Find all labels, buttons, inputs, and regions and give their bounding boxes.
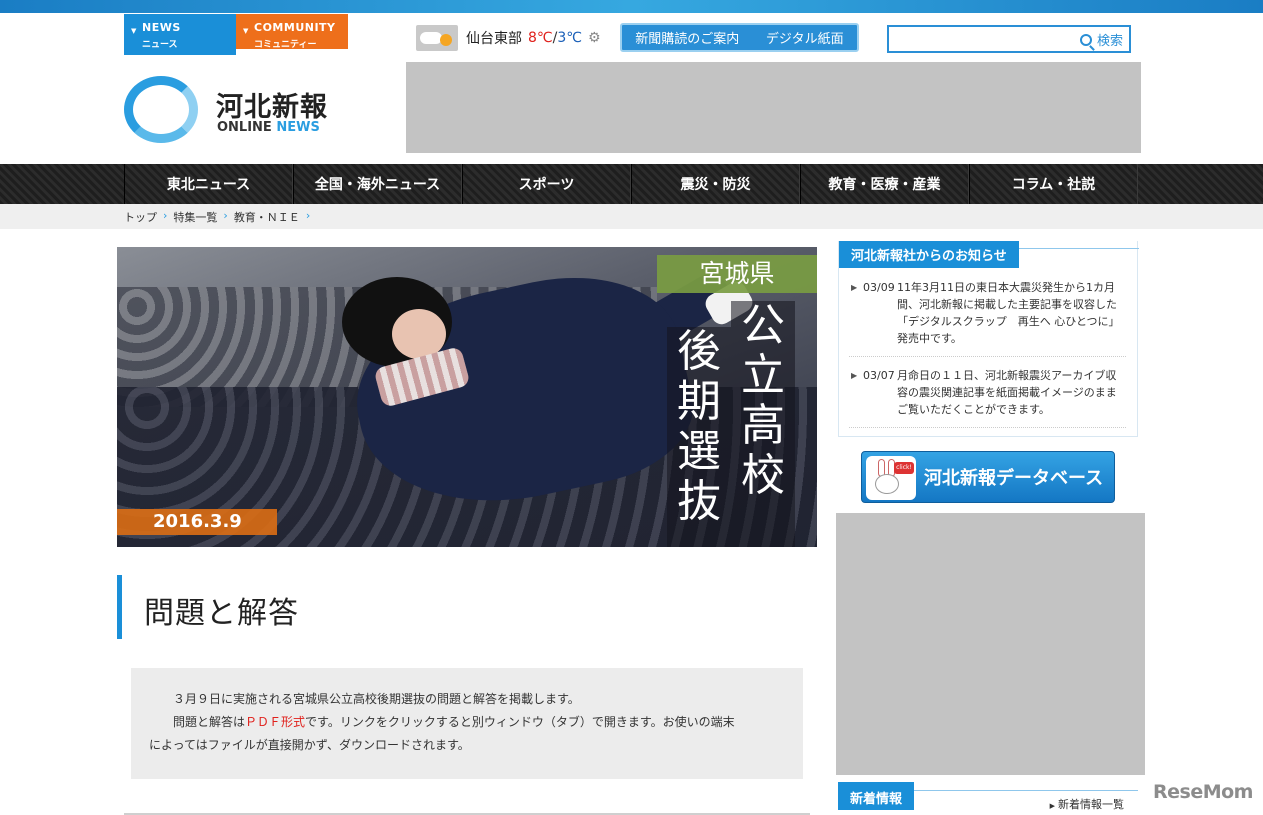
- partly-cloudy-icon: [416, 25, 458, 51]
- announcements-panel: 河北新報社からのお知らせ ▶ 03/09 11年3月11日の東日本大震災発生から…: [838, 241, 1139, 437]
- gear-icon[interactable]: ⚙: [588, 30, 601, 46]
- breadcrumb-education[interactable]: 教育・ＮＩＥ: [234, 209, 300, 225]
- new-info-more-label: 新着情報一覧: [1058, 798, 1124, 811]
- hero-date: 2016.3.9: [117, 509, 277, 535]
- page-title: 問題と解答: [144, 596, 299, 631]
- rabbit-mascot-icon: click!: [866, 456, 916, 500]
- nav-item-sports[interactable]: スポーツ: [462, 164, 631, 204]
- announcement-item[interactable]: ▶ 03/09 11年3月11日の東日本大震災発生から1カ月間、河北新報に掲載し…: [849, 279, 1126, 357]
- subscription-bar: 新聞購読のご案内 デジタル紙面: [620, 23, 859, 52]
- notice-line2-a: 問題と解答は: [173, 715, 246, 729]
- announcement-date: 03/09: [863, 281, 895, 294]
- notice-line3: によってはファイルが直接開かず、ダウンロードされます。: [149, 738, 470, 752]
- ad-banner-top[interactable]: [406, 62, 1141, 153]
- site-logo[interactable]: 河北新報 ONLINE NEWS: [124, 73, 354, 145]
- notice-pdf-format: ＰＤＦ形式: [245, 715, 306, 729]
- logo-en-prefix: ONLINE: [217, 120, 272, 135]
- announcement-item[interactable]: ▶ 03/07 月命日の１１日、河北新報震災アーカイブ収容の震災関連記事を紙面掲…: [849, 367, 1126, 428]
- arrow-right-icon: ▶: [851, 371, 858, 380]
- database-banner[interactable]: click! 河北新報データベース: [861, 451, 1115, 503]
- nav-item-disaster[interactable]: 震災・防災: [631, 164, 800, 204]
- notice-line2-b: です。リンクをクリックすると別ウィンドウ（タブ）で開きます。お使いの端末: [305, 715, 735, 729]
- nav-item-national[interactable]: 全国・海外ニュース: [293, 164, 462, 204]
- announcements-title: 河北新報社からのお知らせ: [839, 241, 1019, 268]
- top-accent-bar: [0, 0, 1263, 13]
- search-button-label: 検索: [1096, 34, 1123, 49]
- hero-title-col2: 後期選抜: [667, 327, 731, 547]
- breadcrumb: トップ › 特集一覧 › 教育・ＮＩＥ ›: [0, 204, 1263, 229]
- breadcrumb-separator: ›: [223, 209, 228, 222]
- tab-community-en: COMMUNITY: [254, 21, 336, 34]
- arrow-right-icon: ▶: [851, 283, 858, 292]
- hero-image: 宮城県 公立高校 後期選抜 2016.3.9: [117, 247, 817, 547]
- search-icon: [1079, 33, 1092, 46]
- digital-edition-link[interactable]: デジタル紙面: [766, 28, 844, 47]
- arrow-right-icon: ▶: [1049, 802, 1055, 810]
- ad-banner-side[interactable]: [836, 513, 1145, 775]
- hero-title-col1: 公立高校: [731, 301, 795, 547]
- notice-box: ３月９日に実施される宮城県公立高校後期選抜の問題と解答を掲載します。 問題と解答…: [131, 668, 803, 779]
- new-info-header: 新着情報 ▶ 新着情報一覧: [838, 782, 1138, 815]
- database-banner-label: 河北新報データベース: [924, 468, 1104, 489]
- tab-news-ja: ニュース: [142, 40, 178, 50]
- page-title-block: 問題と解答: [117, 575, 817, 639]
- nav-item-education[interactable]: 教育・医療・産業: [800, 164, 969, 204]
- search-box[interactable]: 検索: [887, 25, 1131, 53]
- nav-item-column[interactable]: コラム・社説: [969, 164, 1138, 204]
- notice-line2: 問題と解答はＰＤＦ形式です。リンクをクリックすると別ウィンドウ（タブ）で開きます…: [161, 711, 803, 734]
- weather-city: 仙台東部: [466, 31, 522, 47]
- weather-high: 8℃: [528, 30, 553, 46]
- new-info-title: 新着情報: [838, 782, 915, 810]
- tab-news[interactable]: ▼ NEWS ニュース: [124, 14, 236, 55]
- logo-en: ONLINE NEWS: [217, 120, 320, 135]
- logo-ring-icon: [124, 76, 198, 143]
- announcement-text: 11年3月11日の東日本大震災発生から1カ月間、河北新報に掲載した主要記事を収容…: [897, 281, 1120, 345]
- click-badge: click!: [894, 462, 914, 474]
- weather-low: 3℃: [557, 30, 582, 46]
- announcement-date: 03/07: [863, 369, 895, 382]
- nav-item-tohoku[interactable]: 東北ニュース: [124, 164, 293, 204]
- tab-news-en: NEWS: [142, 21, 181, 34]
- tab-community-ja: コミュニティー: [254, 40, 317, 50]
- breadcrumb-separator: ›: [163, 209, 168, 222]
- watermark-logo: ReseMom: [1153, 781, 1253, 803]
- breadcrumb-features[interactable]: 特集一覧: [173, 209, 217, 225]
- weather-widget[interactable]: 仙台東部 8℃ / 3℃ ⚙: [416, 24, 601, 52]
- subscribe-link[interactable]: 新聞購読のご案内: [635, 28, 739, 47]
- notice-line1: ３月９日に実施される宮城県公立高校後期選抜の問題と解答を掲載します。: [173, 692, 580, 706]
- caret-down-icon: ▼: [243, 27, 249, 35]
- global-nav: 東北ニュース 全国・海外ニュース スポーツ 震災・防災 教育・医療・産業 コラム…: [0, 164, 1263, 204]
- new-info-more-link[interactable]: ▶ 新着情報一覧: [1050, 796, 1124, 812]
- breadcrumb-separator: ›: [305, 209, 311, 222]
- logo-ja: 河北新報: [216, 92, 328, 123]
- announcement-text: 月命日の１１日、河北新報震災アーカイブ収容の震災関連記事を紙面掲載イメージのまま…: [897, 369, 1117, 416]
- logo-en-suffix: NEWS: [276, 120, 320, 135]
- hero-prefecture: 宮城県: [657, 255, 817, 293]
- caret-down-icon: ▼: [131, 27, 137, 35]
- tab-community[interactable]: ▼ COMMUNITY コミュニティー: [236, 14, 348, 50]
- breadcrumb-top[interactable]: トップ: [124, 209, 157, 225]
- search-button[interactable]: 検索: [1079, 30, 1123, 49]
